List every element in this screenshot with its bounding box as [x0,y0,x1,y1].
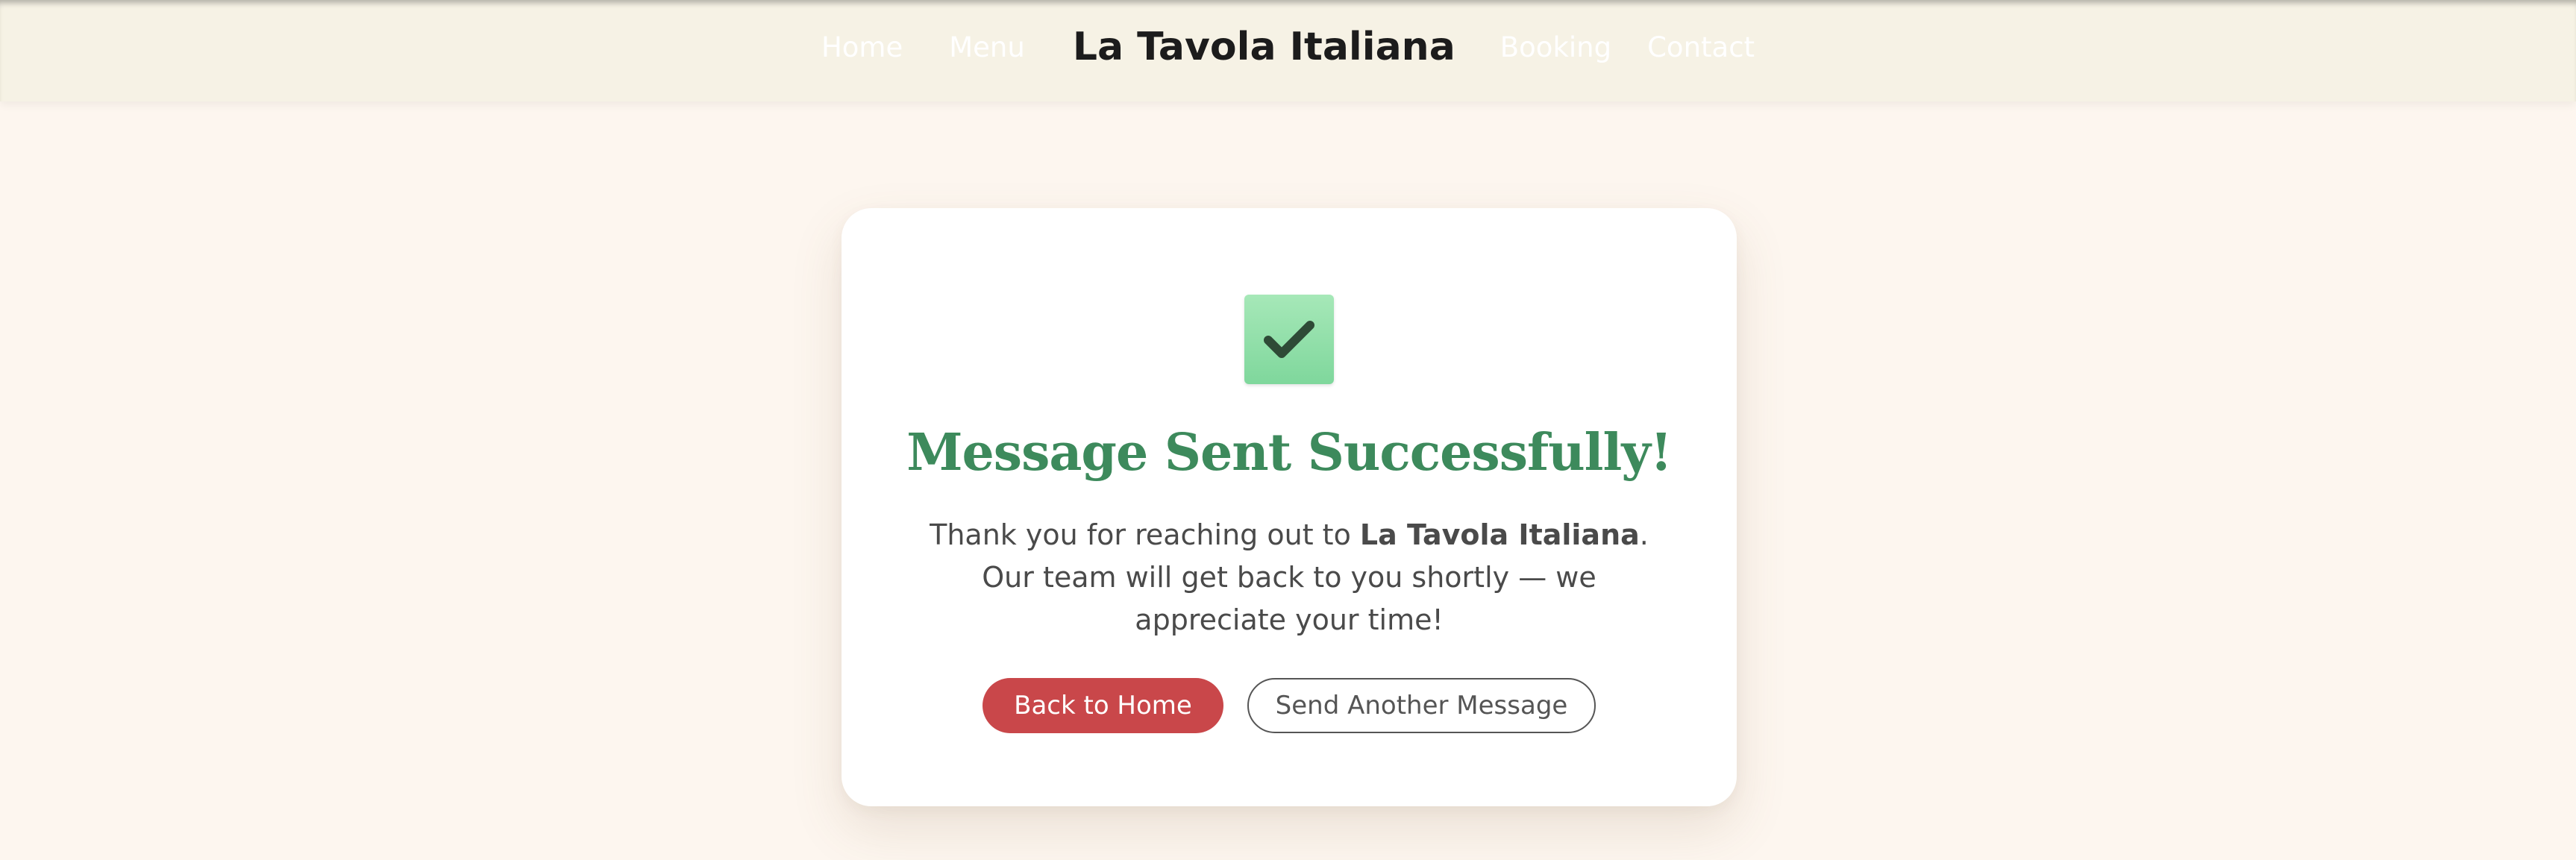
message-brand-name: La Tavola Italiana [1359,518,1640,551]
nav-link-home[interactable]: Home [821,31,903,63]
top-navbar: Home Menu La Tavola Italiana Booking Con… [0,0,2576,101]
nav-link-menu[interactable]: Menu [949,31,1025,63]
brand-title[interactable]: La Tavola Italiana [1073,25,1455,69]
success-message: Thank you for reaching out to La Tavola … [916,514,1662,641]
check-mark-glyph [1264,321,1314,358]
send-another-message-button[interactable]: Send Another Message [1247,678,1596,733]
message-text-start: Thank you for reaching out to [930,518,1360,551]
success-title: Message Sent Successfully! [906,423,1672,483]
back-to-home-button[interactable]: Back to Home [983,678,1223,733]
check-mark-icon [1244,295,1334,384]
nav-link-contact[interactable]: Contact [1647,31,1755,63]
main-nav: Home Menu La Tavola Italiana Booking Con… [821,25,1755,69]
nav-link-booking[interactable]: Booking [1500,31,1611,63]
confirmation-card: Message Sent Successfully! Thank you for… [842,208,1737,806]
